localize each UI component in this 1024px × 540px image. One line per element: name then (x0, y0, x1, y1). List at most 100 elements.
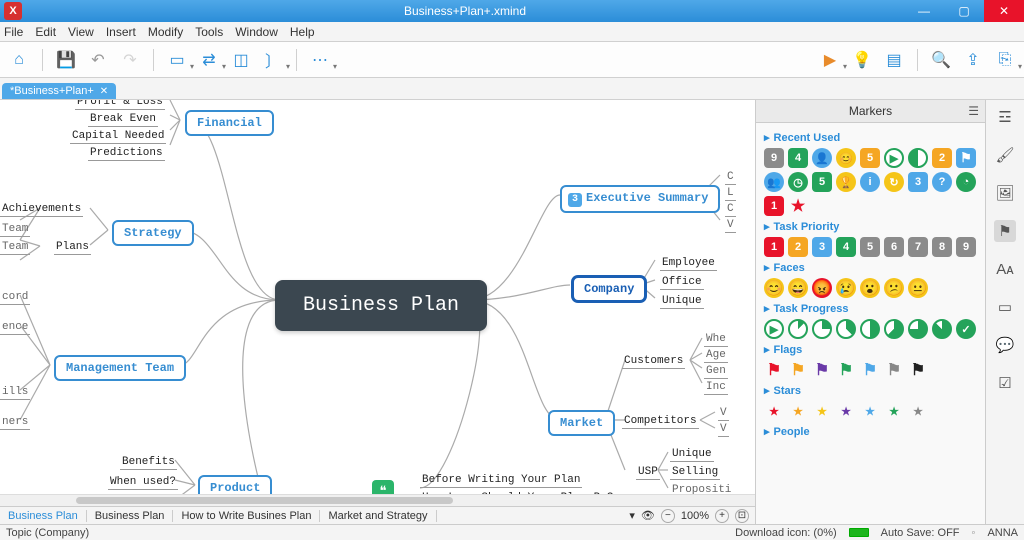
text-icon[interactable]: Aᴀ (994, 258, 1016, 280)
maximize-button[interactable]: ▢ (944, 0, 984, 22)
mk-half-icon[interactable] (908, 148, 928, 168)
leaf-mgmt-1[interactable]: ence (0, 320, 30, 335)
face-surprise-icon[interactable]: 😮 (860, 278, 880, 298)
face-cry-icon[interactable]: 😢 (836, 278, 856, 298)
leaf-achievements[interactable]: Achievements (0, 202, 83, 217)
leaf-exec-1[interactable]: L (725, 186, 736, 201)
mk-5b[interactable]: 5 (812, 172, 832, 192)
mk-5[interactable]: 5 (860, 148, 880, 168)
tab-business-plan[interactable]: *Business+Plan+ ✕ (2, 83, 116, 99)
mk-refresh-icon[interactable]: ↻ (884, 172, 904, 192)
leaf-office[interactable]: Office (660, 275, 704, 290)
star-purple-icon[interactable]: ★ (836, 401, 856, 421)
sheet-tab-1[interactable]: Business Plan (87, 510, 174, 522)
mk-2[interactable]: 2 (932, 148, 952, 168)
leaf-employee[interactable]: Employee (660, 256, 717, 271)
search-icon[interactable]: 🔍 (930, 49, 952, 71)
flag-orange-icon[interactable]: ⚑ (788, 360, 808, 380)
leaf-profit-loss[interactable]: Profit & Loss (75, 100, 165, 110)
priority-6[interactable]: 6 (884, 237, 904, 257)
branch-strategy[interactable]: Strategy (112, 220, 194, 246)
branch-company[interactable]: Company (572, 276, 646, 302)
menu-help[interactable]: Help (290, 25, 315, 39)
zoom-out-button[interactable]: − (661, 509, 675, 523)
mk-4[interactable]: 4 (788, 148, 808, 168)
task-icon[interactable]: ☑ (994, 372, 1016, 394)
leaf-usp-1[interactable]: Selling (670, 465, 720, 480)
face-angry-icon[interactable]: 😡 (812, 278, 832, 298)
leaf-cust-2[interactable]: Gen (704, 364, 728, 379)
prog-done-icon[interactable]: ✓ (956, 319, 976, 339)
leaf-benefits[interactable]: Benefits (120, 455, 177, 470)
leaf-cust-3[interactable]: Inc (704, 380, 728, 395)
flag-black-icon[interactable]: ⚑ (908, 360, 928, 380)
priority-7[interactable]: 7 (908, 237, 928, 257)
face-neutral-icon[interactable]: 😐 (908, 278, 928, 298)
menu-insert[interactable]: Insert (106, 25, 136, 39)
close-button[interactable]: ✕ (984, 0, 1024, 22)
mk-star-red-icon[interactable]: ★ (788, 196, 808, 216)
leaf-cust-0[interactable]: Whe (704, 332, 728, 347)
face-confused-icon[interactable]: 😕 (884, 278, 904, 298)
priority-4[interactable]: 4 (836, 237, 856, 257)
star-yellow-icon[interactable]: ★ (812, 401, 832, 421)
mindmap-canvas[interactable]: Business Plan Financial Profit & Loss Br… (0, 100, 755, 494)
leaf-competitors[interactable]: Competitors (622, 414, 699, 429)
redo-icon[interactable]: ↷ (119, 49, 141, 71)
mk-1[interactable]: 1 (764, 196, 784, 216)
star-red-icon[interactable]: ★ (764, 401, 784, 421)
mk-play-icon[interactable]: ▶ (884, 148, 904, 168)
leaf-mgmt-2[interactable]: ills (0, 385, 30, 400)
leaf-cust-1[interactable]: Age (704, 348, 728, 363)
branch-market[interactable]: Market (548, 410, 615, 436)
mk-3[interactable]: 3 (908, 172, 928, 192)
prog-3-icon[interactable] (836, 319, 856, 339)
image-icon[interactable]: 🖼 (994, 182, 1016, 204)
boundary-icon[interactable]: ◫ (230, 49, 252, 71)
branch-product[interactable]: Product (198, 475, 272, 494)
prog-0-icon[interactable]: ▶ (764, 319, 784, 339)
priority-2[interactable]: 2 (788, 237, 808, 257)
flag-gray-icon[interactable]: ⚑ (884, 360, 904, 380)
summary-icon[interactable]: 〕 (262, 49, 284, 71)
leaf-unique[interactable]: Unique (660, 294, 704, 309)
section-people[interactable]: ▸ People (764, 425, 977, 438)
sheet-tab-0[interactable]: Business Plan (0, 510, 87, 522)
leaf-exec-0[interactable]: C (725, 170, 736, 185)
gantt-icon[interactable]: ▤ (883, 49, 905, 71)
mk-trophy-icon[interactable]: 🏆 (836, 172, 856, 192)
menu-modify[interactable]: Modify (148, 25, 183, 39)
leaf-capital[interactable]: Capital Needed (70, 129, 166, 144)
prog-5-icon[interactable] (884, 319, 904, 339)
menu-file[interactable]: File (4, 25, 23, 39)
filter-icon[interactable]: ▾ (629, 509, 635, 522)
leaf-comp-1[interactable]: V (718, 422, 729, 437)
zoom-in-button[interactable]: + (715, 509, 729, 523)
comments-icon[interactable]: 💬 (994, 334, 1016, 356)
tab-close-icon[interactable]: ✕ (100, 86, 108, 97)
section-stars[interactable]: ▸ Stars (764, 384, 977, 397)
priority-1[interactable]: 1 (764, 237, 784, 257)
outline-icon[interactable]: ☲ (994, 106, 1016, 128)
menu-edit[interactable]: Edit (35, 25, 56, 39)
save-icon[interactable]: 💾 (55, 49, 77, 71)
flag-green-icon[interactable]: ⚑ (836, 360, 856, 380)
mk-pie-icon[interactable]: ◔ (956, 172, 976, 192)
leaf-plans[interactable]: Plans (54, 240, 91, 255)
topic-icon[interactable]: ▭ (166, 49, 188, 71)
sheet-tab-2[interactable]: How to Write Busines Plan (173, 510, 320, 522)
leaf-team1[interactable]: Team (0, 222, 30, 237)
face-laugh-icon[interactable]: 😄 (788, 278, 808, 298)
branch-mgmt[interactable]: Management Team (54, 355, 186, 381)
eye-icon[interactable]: 👁 (641, 509, 655, 522)
markers-icon[interactable]: ⚑ (994, 220, 1016, 242)
mk-group-icon[interactable]: 👥 (764, 172, 784, 192)
leaf-customers[interactable]: Customers (622, 354, 685, 369)
menu-window[interactable]: Window (235, 25, 278, 39)
leaf-comp-0[interactable]: V (718, 406, 729, 421)
sheet-tab-3[interactable]: Market and Strategy (320, 510, 436, 522)
section-recent[interactable]: ▸ Recent Used (764, 131, 977, 144)
central-topic[interactable]: Business Plan (275, 280, 487, 331)
leaf-mgmt-0[interactable]: cord (0, 290, 30, 305)
section-progress[interactable]: ▸ Task Progress (764, 302, 977, 315)
